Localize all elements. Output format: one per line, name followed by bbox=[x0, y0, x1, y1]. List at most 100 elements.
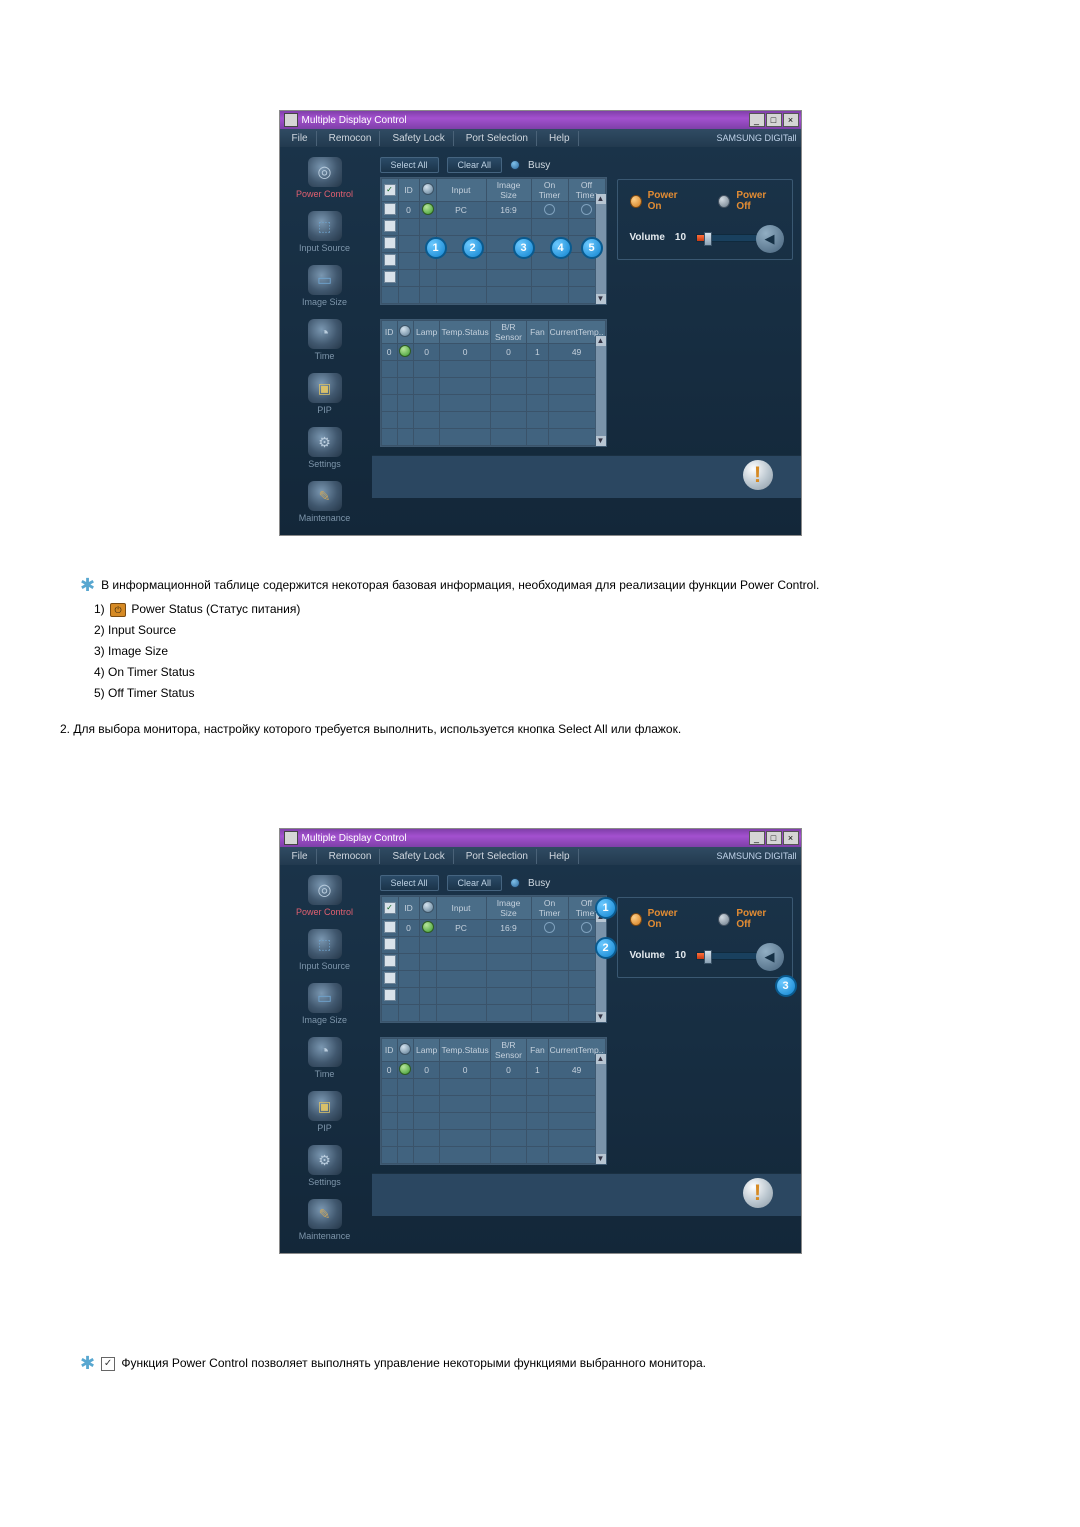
warning-icon[interactable] bbox=[743, 1178, 773, 1208]
col-image-size[interactable]: Image Size bbox=[486, 897, 531, 920]
sidebar-item-maintenance[interactable]: Maintenance bbox=[283, 477, 367, 529]
minimize-button[interactable]: _ bbox=[749, 831, 765, 845]
scroll-up-icon[interactable]: ▲ bbox=[596, 336, 606, 346]
info-grid[interactable]: ID Input Image Size On Timer Off Timer bbox=[380, 177, 607, 305]
col2-id[interactable]: ID bbox=[381, 1039, 397, 1062]
row-checkbox[interactable] bbox=[384, 989, 396, 1001]
row-checkbox[interactable] bbox=[384, 938, 396, 950]
maximize-button[interactable]: □ bbox=[766, 113, 782, 127]
table-row[interactable] bbox=[381, 1130, 605, 1147]
menu-safety-lock[interactable]: Safety Lock bbox=[384, 849, 453, 864]
sidebar-item-pip[interactable]: PIP bbox=[283, 1087, 367, 1139]
mute-icon[interactable] bbox=[756, 225, 784, 253]
col2-br[interactable]: B/R Sensor bbox=[490, 321, 527, 344]
sidebar-item-input-source[interactable]: Input Source bbox=[283, 925, 367, 977]
table-row[interactable] bbox=[381, 1113, 605, 1130]
table-row[interactable] bbox=[381, 1005, 605, 1022]
close-button[interactable]: × bbox=[783, 831, 799, 845]
clear-all-button[interactable]: Clear All bbox=[447, 157, 503, 173]
table-row[interactable] bbox=[381, 971, 605, 988]
table-row[interactable]: 0 PC 16:9 bbox=[381, 920, 605, 937]
col2-temp[interactable]: Temp.Status bbox=[440, 1039, 490, 1062]
sidebar-item-power-control[interactable]: Power Control bbox=[283, 871, 367, 923]
table-row[interactable] bbox=[381, 1079, 605, 1096]
col2-lamp[interactable]: Lamp bbox=[413, 321, 440, 344]
table-row[interactable]: 0 0 0 0 1 49 bbox=[381, 1062, 605, 1079]
row-checkbox[interactable] bbox=[384, 955, 396, 967]
select-all-button[interactable]: Select All bbox=[380, 157, 439, 173]
sidebar-item-time[interactable]: Time bbox=[283, 1033, 367, 1085]
row-checkbox[interactable] bbox=[384, 921, 396, 933]
volume-handle-icon[interactable] bbox=[704, 232, 712, 246]
row-checkbox[interactable] bbox=[384, 254, 396, 266]
sidebar-item-time[interactable]: Time bbox=[283, 315, 367, 367]
col2-temp[interactable]: Temp.Status bbox=[440, 321, 490, 344]
table-row[interactable] bbox=[381, 937, 605, 954]
table-row[interactable]: 0 0 0 0 1 49 bbox=[381, 344, 605, 361]
menu-remocon[interactable]: Remocon bbox=[321, 849, 381, 864]
sidebar-item-settings[interactable]: Settings bbox=[283, 1141, 367, 1193]
header-checkbox[interactable] bbox=[384, 902, 396, 914]
scroll-down-icon[interactable]: ▼ bbox=[596, 1154, 606, 1164]
col-input[interactable]: Input bbox=[436, 179, 486, 202]
minimize-button[interactable]: _ bbox=[749, 113, 765, 127]
sidebar-item-maintenance[interactable]: Maintenance bbox=[283, 1195, 367, 1247]
grid-scrollbar[interactable]: ▲ ▼ bbox=[595, 912, 606, 1022]
row-checkbox[interactable] bbox=[384, 220, 396, 232]
table-row[interactable] bbox=[381, 1096, 605, 1113]
status-grid[interactable]: ID Lamp Temp.Status B/R Sensor Fan Curre… bbox=[380, 1037, 607, 1165]
scroll-down-icon[interactable]: ▼ bbox=[596, 294, 606, 304]
power-on-button[interactable]: Power On bbox=[630, 190, 691, 212]
table-row[interactable] bbox=[381, 395, 605, 412]
sidebar-item-settings[interactable]: Settings bbox=[283, 423, 367, 475]
table-row[interactable] bbox=[381, 253, 605, 270]
table-row[interactable] bbox=[381, 219, 605, 236]
scroll-up-icon[interactable]: ▲ bbox=[596, 1054, 606, 1064]
scroll-down-icon[interactable]: ▼ bbox=[596, 1012, 606, 1022]
col2-id[interactable]: ID bbox=[381, 321, 397, 344]
row-checkbox[interactable] bbox=[384, 271, 396, 283]
menu-file[interactable]: File bbox=[284, 849, 317, 864]
menu-port-selection[interactable]: Port Selection bbox=[458, 131, 537, 146]
col-on-timer[interactable]: On Timer bbox=[531, 179, 568, 202]
menu-help[interactable]: Help bbox=[541, 131, 579, 146]
table-row[interactable] bbox=[381, 1147, 605, 1164]
col-id[interactable]: ID bbox=[398, 179, 419, 202]
titlebar[interactable]: Multiple Display Control _ □ × bbox=[280, 111, 801, 129]
power-off-button[interactable]: Power Off bbox=[718, 908, 779, 930]
table-row[interactable] bbox=[381, 954, 605, 971]
scroll-down-icon[interactable]: ▼ bbox=[596, 436, 606, 446]
close-button[interactable]: × bbox=[783, 113, 799, 127]
maximize-button[interactable]: □ bbox=[766, 831, 782, 845]
power-off-button[interactable]: Power Off bbox=[718, 190, 779, 212]
row-checkbox[interactable] bbox=[384, 972, 396, 984]
info-grid[interactable]: ID Input Image Size On Timer Off Timer bbox=[380, 895, 607, 1023]
grid-scrollbar[interactable]: ▲ ▼ bbox=[595, 1054, 606, 1164]
status-grid[interactable]: ID Lamp Temp.Status B/R Sensor Fan Curre… bbox=[380, 319, 607, 447]
volume-handle-icon[interactable] bbox=[704, 950, 712, 964]
col-on-timer[interactable]: On Timer bbox=[531, 897, 568, 920]
col-input[interactable]: Input bbox=[436, 897, 486, 920]
header-checkbox[interactable] bbox=[384, 184, 396, 196]
sidebar-item-image-size[interactable]: Image Size bbox=[283, 979, 367, 1031]
titlebar[interactable]: Multiple Display Control _ □ × bbox=[280, 829, 801, 847]
col-id[interactable]: ID bbox=[398, 897, 419, 920]
sidebar-item-pip[interactable]: PIP bbox=[283, 369, 367, 421]
select-all-button[interactable]: Select All bbox=[380, 875, 439, 891]
table-row[interactable] bbox=[381, 988, 605, 1005]
row-checkbox[interactable] bbox=[384, 237, 396, 249]
clear-all-button[interactable]: Clear All bbox=[447, 875, 503, 891]
col2-fan[interactable]: Fan bbox=[527, 1039, 548, 1062]
table-row[interactable] bbox=[381, 287, 605, 304]
table-row[interactable] bbox=[381, 270, 605, 287]
row-checkbox[interactable] bbox=[384, 203, 396, 215]
table-row[interactable] bbox=[381, 429, 605, 446]
menu-file[interactable]: File bbox=[284, 131, 317, 146]
sidebar-item-input-source[interactable]: Input Source bbox=[283, 207, 367, 259]
sidebar-item-image-size[interactable]: Image Size bbox=[283, 261, 367, 313]
warning-icon[interactable] bbox=[743, 460, 773, 490]
table-row[interactable] bbox=[381, 378, 605, 395]
col-image-size[interactable]: Image Size bbox=[486, 179, 531, 202]
col2-fan[interactable]: Fan bbox=[527, 321, 548, 344]
menu-remocon[interactable]: Remocon bbox=[321, 131, 381, 146]
